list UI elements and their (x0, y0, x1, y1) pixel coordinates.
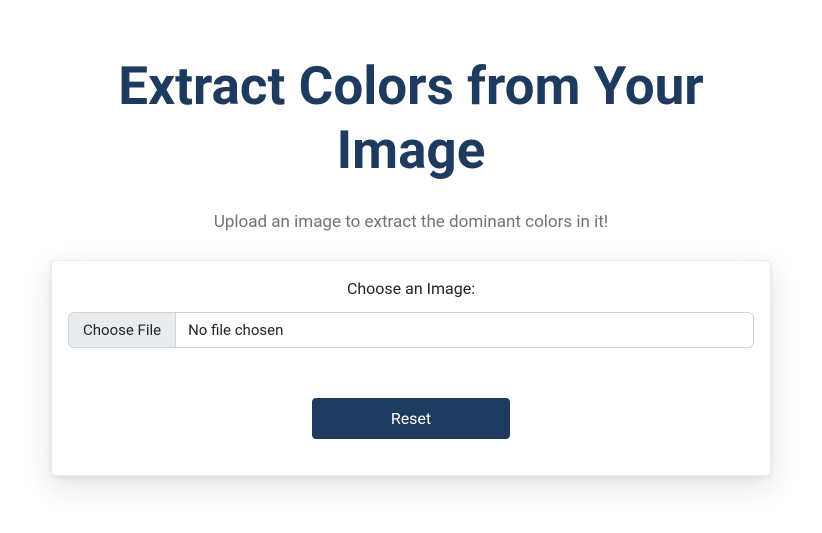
page-title: Extract Colors from Your Image (51, 55, 771, 182)
file-input-label: Choose an Image: (68, 279, 754, 298)
file-status-text: No file chosen (176, 313, 753, 347)
choose-file-button[interactable]: Choose File (69, 313, 176, 347)
page-subtitle: Upload an image to extract the dominant … (51, 212, 771, 232)
reset-button[interactable]: Reset (312, 398, 510, 439)
file-input[interactable]: Choose File No file chosen (68, 312, 754, 348)
file-form-group: Choose an Image: Choose File No file cho… (68, 279, 754, 348)
upload-card: Choose an Image: Choose File No file cho… (51, 260, 771, 476)
